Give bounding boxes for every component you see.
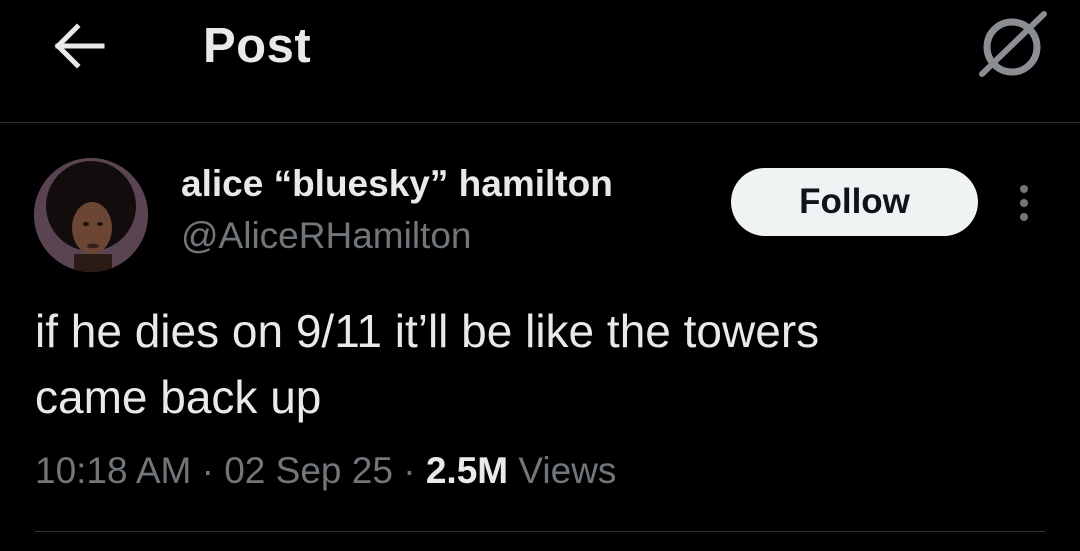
post-text: if he dies on 9/11 it’ll be like the tow… [35, 298, 1035, 430]
divider [35, 531, 1045, 532]
post-meta: 10:18 AM · 02 Sep 25 · 2.5M Views [35, 450, 616, 492]
more-vertical-icon [1020, 185, 1028, 221]
arrow-left-icon [54, 23, 105, 69]
author-handle[interactable]: @AliceRHamilton [181, 215, 471, 257]
more-options-button[interactable] [1004, 178, 1044, 228]
back-button[interactable] [50, 20, 110, 72]
grok-icon [979, 11, 1047, 77]
follow-button[interactable]: Follow [731, 168, 978, 236]
meta-separator: · [403, 450, 416, 491]
post-text-line: if he dies on 9/11 it’ll be like the tow… [35, 305, 820, 357]
profile-photo [34, 158, 148, 272]
views-label: Views [518, 450, 617, 491]
author-display-name[interactable]: alice “bluesky” hamilton [181, 163, 613, 205]
meta-separator: · [201, 450, 214, 491]
post-text-line: came back up [35, 371, 322, 423]
post-time[interactable]: 10:18 AM [35, 450, 191, 491]
grok-button[interactable] [976, 10, 1048, 80]
header-bar: Post [0, 0, 1080, 123]
avatar[interactable] [34, 158, 148, 272]
page-title: Post [203, 19, 312, 73]
views-count: 2.5M [425, 450, 509, 491]
post-date[interactable]: 02 Sep 25 [224, 450, 393, 491]
